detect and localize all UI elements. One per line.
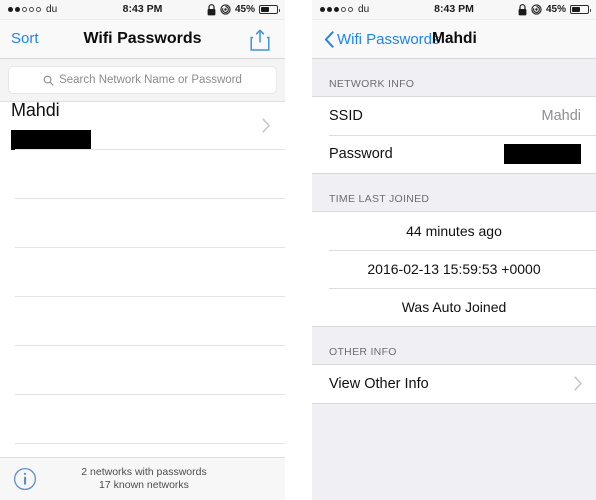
list-item-empty xyxy=(0,199,285,248)
detail-page-title: Mahdi xyxy=(432,30,477,47)
back-button[interactable]: Wifi Passwords xyxy=(324,20,440,58)
lock-icon xyxy=(207,3,216,15)
list-footer-summary: 2 networks with passwords 17 known netwo… xyxy=(0,457,285,500)
chevron-right-icon xyxy=(574,376,582,391)
wifi-passwords-list-screen: du 8:43 PM 45% Sort Wifi Passwords Searc… xyxy=(0,0,285,500)
relative-time-row: 44 minutes ago xyxy=(312,212,596,250)
page-title: Wifi Passwords xyxy=(83,30,202,47)
network-ssid: Mahdi xyxy=(11,100,60,120)
navigation-bar-left: Sort Wifi Passwords xyxy=(0,20,285,59)
battery-percent: 45% xyxy=(545,4,566,15)
chevron-left-icon xyxy=(324,30,334,48)
section-body-network-info: SSID Mahdi Password xyxy=(312,96,596,174)
section-body-other-info: View Other Info xyxy=(312,364,596,404)
view-other-info-row[interactable]: View Other Info xyxy=(312,365,596,403)
rotation-lock-icon xyxy=(531,4,542,15)
network-detail-screen: du 8:43 PM 45% Wifi Passwords Mahdi NETW… xyxy=(312,0,596,500)
battery-icon xyxy=(570,5,591,14)
search-icon xyxy=(43,75,54,86)
networks-with-passwords-count: 2 networks with passwords xyxy=(81,466,207,478)
footer-text: 2 networks with passwords 17 known netwo… xyxy=(37,466,251,492)
search-bar-container: Search Network Name or Password xyxy=(0,59,285,102)
navigation-bar-right: Wifi Passwords Mahdi xyxy=(312,20,596,59)
password-redaction-bar xyxy=(11,130,91,150)
list-item-empty xyxy=(0,248,285,297)
lock-icon xyxy=(518,3,527,15)
battery-fill xyxy=(261,7,269,12)
auto-joined-value: Was Auto Joined xyxy=(401,299,507,315)
status-bar-indicators: 45% xyxy=(207,0,280,19)
status-bar-left: du 8:43 PM 45% xyxy=(0,0,285,20)
ssid-row[interactable]: SSID Mahdi xyxy=(312,97,596,135)
section-header-network-info: NETWORK INFO xyxy=(329,78,415,90)
list-item-empty xyxy=(0,395,285,444)
battery-icon xyxy=(259,5,280,14)
list-item-empty xyxy=(0,150,285,199)
auto-joined-row: Was Auto Joined xyxy=(312,288,596,326)
search-input[interactable]: Search Network Name or Password xyxy=(8,66,277,94)
list-item-empty xyxy=(0,346,285,395)
relative-time-value: 44 minutes ago xyxy=(406,223,502,239)
search-placeholder: Search Network Name or Password xyxy=(59,74,242,86)
section-body-time-last-joined: 44 minutes ago 2016-02-13 15:59:53 +0000… xyxy=(312,211,596,327)
section-header-time-last-joined: TIME LAST JOINED xyxy=(329,193,430,205)
ssid-value: Mahdi xyxy=(541,108,582,124)
battery-percent: 45% xyxy=(234,4,255,15)
share-icon[interactable] xyxy=(249,28,271,52)
absolute-time-row: 2016-02-13 15:59:53 +0000 xyxy=(312,250,596,288)
chevron-right-icon xyxy=(262,118,270,133)
known-networks-count: 17 known networks xyxy=(99,479,189,491)
back-button-label: Wifi Passwords xyxy=(337,30,440,48)
ssid-label: SSID xyxy=(329,108,363,124)
list-item-empty xyxy=(0,297,285,346)
status-bar-right: du 8:43 PM 45% xyxy=(312,0,596,20)
list-item[interactable]: Mahdi xyxy=(0,100,285,150)
view-other-info-label: View Other Info xyxy=(329,376,429,392)
network-list: Mahdi xyxy=(0,100,285,493)
status-bar-indicators: 45% xyxy=(518,0,591,19)
battery-fill xyxy=(572,7,580,12)
rotation-lock-icon xyxy=(220,4,231,15)
password-redaction-bar xyxy=(504,144,581,164)
password-row[interactable]: Password xyxy=(312,135,596,173)
absolute-time-value: 2016-02-13 15:59:53 +0000 xyxy=(367,261,541,277)
password-label: Password xyxy=(329,146,393,162)
detail-table: NETWORK INFO SSID Mahdi Password TIME LA… xyxy=(312,59,596,500)
section-header-other-info: OTHER INFO xyxy=(329,346,397,358)
info-circle-icon[interactable] xyxy=(13,467,37,491)
